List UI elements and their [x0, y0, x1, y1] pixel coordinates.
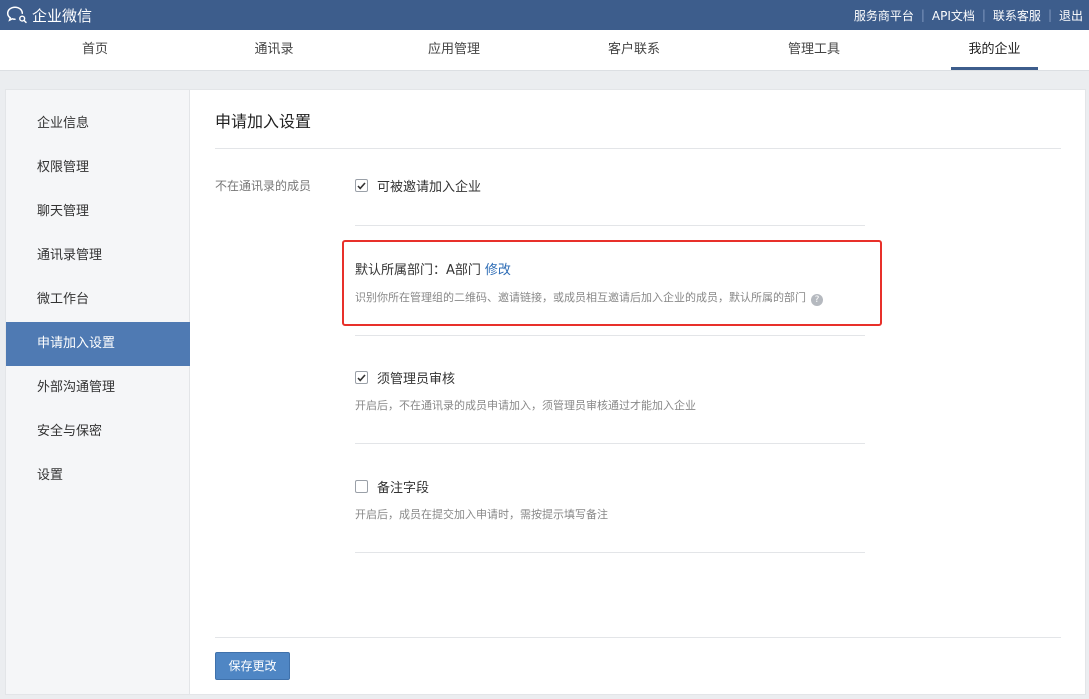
remark-field-option[interactable]: 备注字段: [355, 477, 429, 496]
sidebar-item-join-settings[interactable]: 申请加入设置: [6, 322, 190, 366]
remark-field-checkbox[interactable]: [355, 480, 368, 493]
footer-divider: [215, 637, 1061, 638]
check-icon: [357, 181, 366, 190]
check-icon: [357, 373, 366, 382]
nav-home[interactable]: 首页: [48, 30, 142, 70]
admin-review-option[interactable]: 须管理员审核: [355, 368, 455, 387]
content-card: 企业信息 权限管理 聊天管理 通讯录管理 微工作台 申请加入设置 外部沟通管理 …: [5, 89, 1086, 695]
divider: |: [1047, 8, 1052, 22]
default-dept-desc-text: 识别你所在管理组的二维码、邀请链接，或成员相互邀请后加入企业的成员，默认所属的部…: [355, 291, 806, 304]
sidebar-item-contacts-management[interactable]: 通讯录管理: [6, 234, 190, 278]
sidebar-item-settings[interactable]: 设置: [6, 454, 190, 498]
sidebar-item-security[interactable]: 安全与保密: [6, 410, 190, 454]
divider: |: [920, 8, 925, 22]
default-dept-line: 默认所属部门：A部门 修改: [355, 259, 511, 278]
sidebar-item-micro-workbench[interactable]: 微工作台: [6, 278, 190, 322]
highlight-box: [342, 240, 882, 326]
main-nav: 首页 通讯录 应用管理 客户联系 管理工具 我的企业: [0, 30, 1089, 71]
sidebar-item-permissions[interactable]: 权限管理: [6, 146, 190, 190]
link-contact-support[interactable]: 联系客服: [993, 7, 1041, 24]
default-dept-desc: 识别你所在管理组的二维码、邀请链接，或成员相互邀请后加入企业的成员，默认所属的部…: [355, 289, 823, 306]
app-logo[interactable]: 企业微信: [6, 5, 92, 25]
section-divider: [355, 443, 865, 444]
title-divider: [215, 148, 1061, 149]
save-changes-button[interactable]: 保存更改: [215, 652, 290, 680]
top-links: 服务商平台 | API文档 | 联系客服 | 退出: [854, 0, 1083, 30]
section-divider: [355, 225, 865, 226]
sidebar-item-external-communication[interactable]: 外部沟通管理: [6, 366, 190, 410]
sidebar-item-chat-management[interactable]: 聊天管理: [6, 190, 190, 234]
remark-field-desc: 开启后，成员在提交加入申请时，需按提示填写备注: [355, 508, 608, 521]
invite-checkbox[interactable]: [355, 179, 368, 192]
link-service-platform[interactable]: 服务商平台: [854, 7, 914, 24]
nav-my-enterprise[interactable]: 我的企业: [951, 30, 1038, 70]
admin-review-label: 须管理员审核: [377, 372, 456, 387]
sidebar-item-enterprise-info[interactable]: 企业信息: [6, 102, 190, 146]
section-divider: [355, 552, 865, 553]
admin-review-desc: 开启后，不在通讯录的成员申请加入，须管理员审核通过才能加入企业: [355, 399, 696, 412]
row-label: 不在通讯录的成员: [215, 179, 312, 193]
invite-option[interactable]: 可被邀请加入企业: [355, 176, 481, 195]
default-dept-text: 默认所属部门：A部门: [355, 263, 481, 278]
remark-field-label: 备注字段: [377, 481, 430, 496]
wechat-work-logo-icon: [6, 5, 28, 25]
top-bar: 企业微信 服务商平台 | API文档 | 联系客服 | 退出: [0, 0, 1089, 30]
page-title: 申请加入设置: [215, 112, 312, 131]
nav-contacts[interactable]: 通讯录: [227, 30, 321, 70]
modify-dept-link[interactable]: 修改: [485, 263, 511, 278]
main-panel: 申请加入设置 不在通讯录的成员 可被邀请加入企业 默认所属部门：A部门 修改 识别…: [191, 90, 1085, 694]
divider: |: [981, 8, 986, 22]
nav-app-management[interactable]: 应用管理: [407, 30, 501, 70]
invite-label: 可被邀请加入企业: [377, 180, 482, 195]
help-icon[interactable]: ?: [811, 294, 823, 306]
section-divider: [355, 335, 865, 336]
nav-customer-contact[interactable]: 客户联系: [587, 30, 681, 70]
nav-management-tools[interactable]: 管理工具: [767, 30, 861, 70]
sidebar: 企业信息 权限管理 聊天管理 通讯录管理 微工作台 申请加入设置 外部沟通管理 …: [6, 90, 190, 694]
app-title: 企业微信: [32, 6, 93, 25]
link-logout[interactable]: 退出: [1059, 7, 1083, 24]
admin-review-checkbox[interactable]: [355, 371, 368, 384]
link-api-docs[interactable]: API文档: [932, 7, 975, 24]
